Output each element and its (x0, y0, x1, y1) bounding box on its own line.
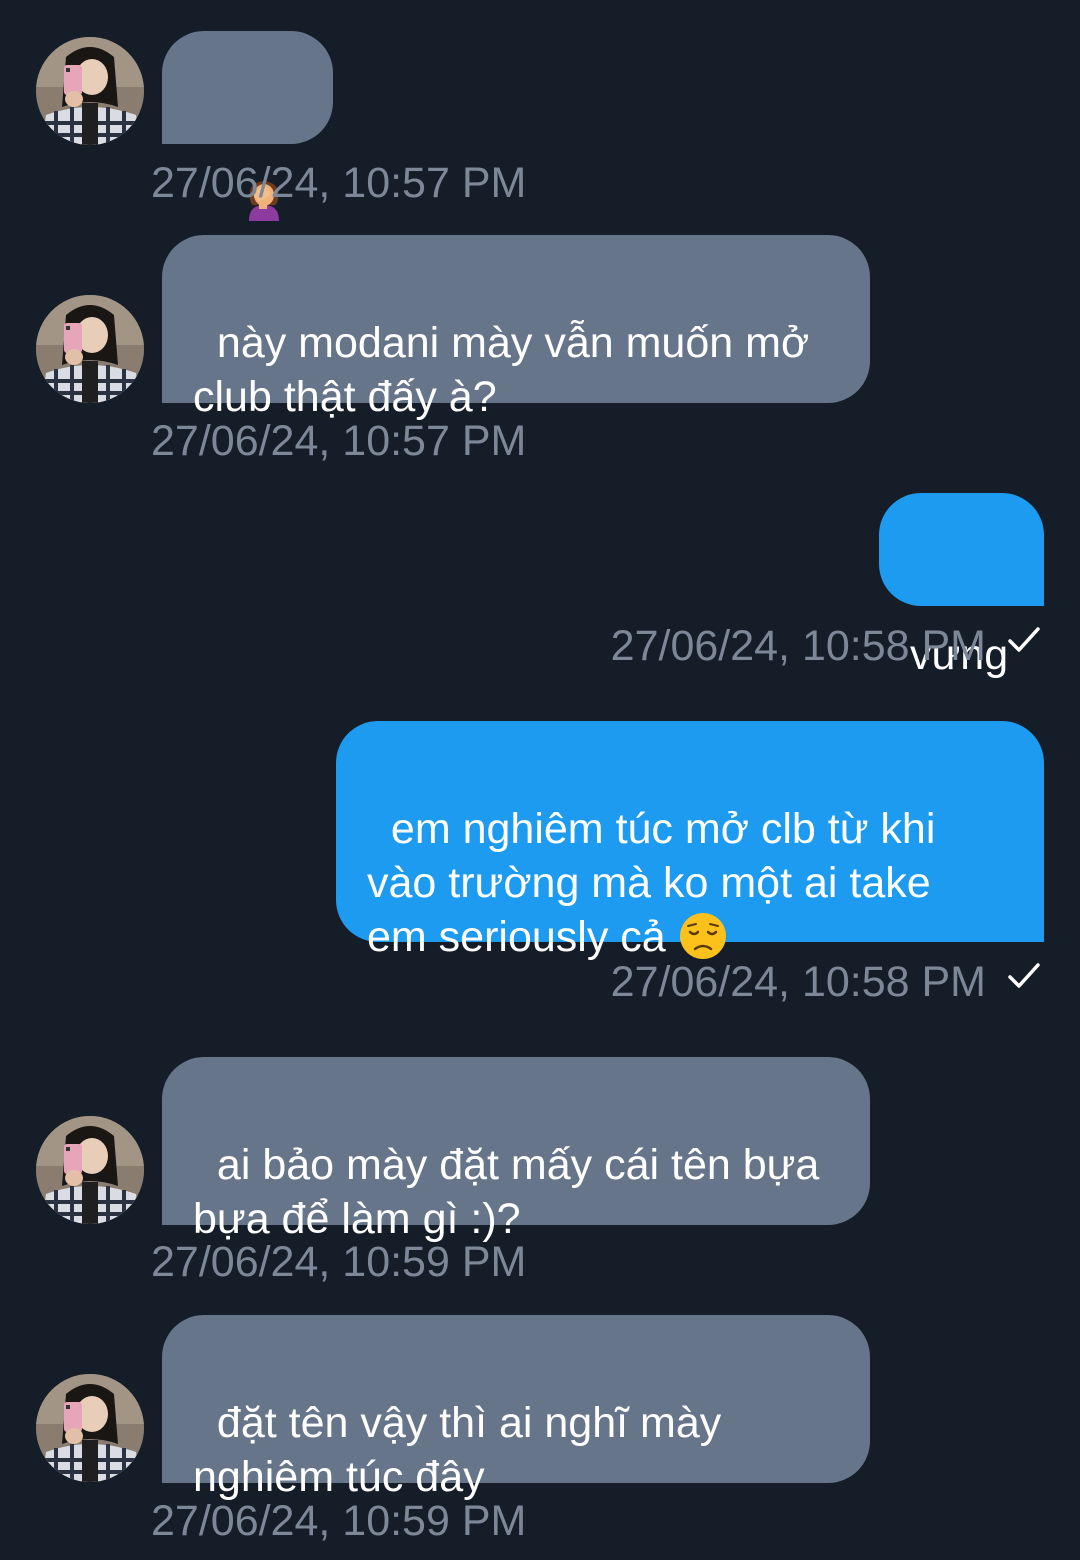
contact-avatar[interactable] (36, 37, 144, 145)
message-timestamp: 27/06/24, 10:59 PM (151, 1497, 527, 1545)
message-timestamp: 27/06/24, 10:58 PM (610, 957, 986, 1006)
message-bubble-incoming[interactable]: này modani mày vẫn muốn mở club thật đấy… (162, 235, 870, 421)
message-text: em nghiêm túc mở clb từ khi vào trường m… (367, 805, 936, 961)
message-bubble-outgoing[interactable]: vưng (879, 493, 1044, 679)
contact-avatar[interactable] (36, 1374, 144, 1482)
message-bubble-incoming[interactable]: ai bảo mày đặt mấy cái tên bựa bựa để là… (162, 1057, 870, 1243)
message-timestamp: 27/06/24, 10:59 PM (151, 1238, 527, 1286)
check-icon (986, 956, 1044, 1007)
message-bubble-incoming[interactable]: đặt tên vậy thì ai nghĩ mày nghiêm túc đ… (162, 1315, 870, 1501)
message-timestamp: 27/06/24, 10:57 PM (151, 159, 527, 207)
check-icon (986, 620, 1044, 671)
message-timestamp: 27/06/24, 10:58 PM (610, 621, 986, 670)
message-text: này modani mày vẫn muốn mở club thật đấy… (193, 319, 810, 421)
message-timestamp-row: 27/06/24, 10:58 PM (611, 620, 1044, 671)
message-text: đặt tên vậy thì ai nghĩ mày nghiêm túc đ… (193, 1399, 722, 1501)
contact-avatar[interactable] (36, 1116, 144, 1224)
contact-avatar[interactable] (36, 295, 144, 403)
message-text: ai bảo mày đặt mấy cái tên bựa bựa để là… (193, 1141, 820, 1243)
disappointed-face-emoji-icon (666, 913, 728, 961)
message-timestamp-row: 27/06/24, 10:58 PM (611, 956, 1044, 1007)
message-timestamp: 27/06/24, 10:57 PM (151, 417, 527, 465)
message-bubble-incoming[interactable] (162, 31, 333, 144)
message-bubble-outgoing[interactable]: em nghiêm túc mở clb từ khi vào trường m… (336, 721, 1044, 961)
